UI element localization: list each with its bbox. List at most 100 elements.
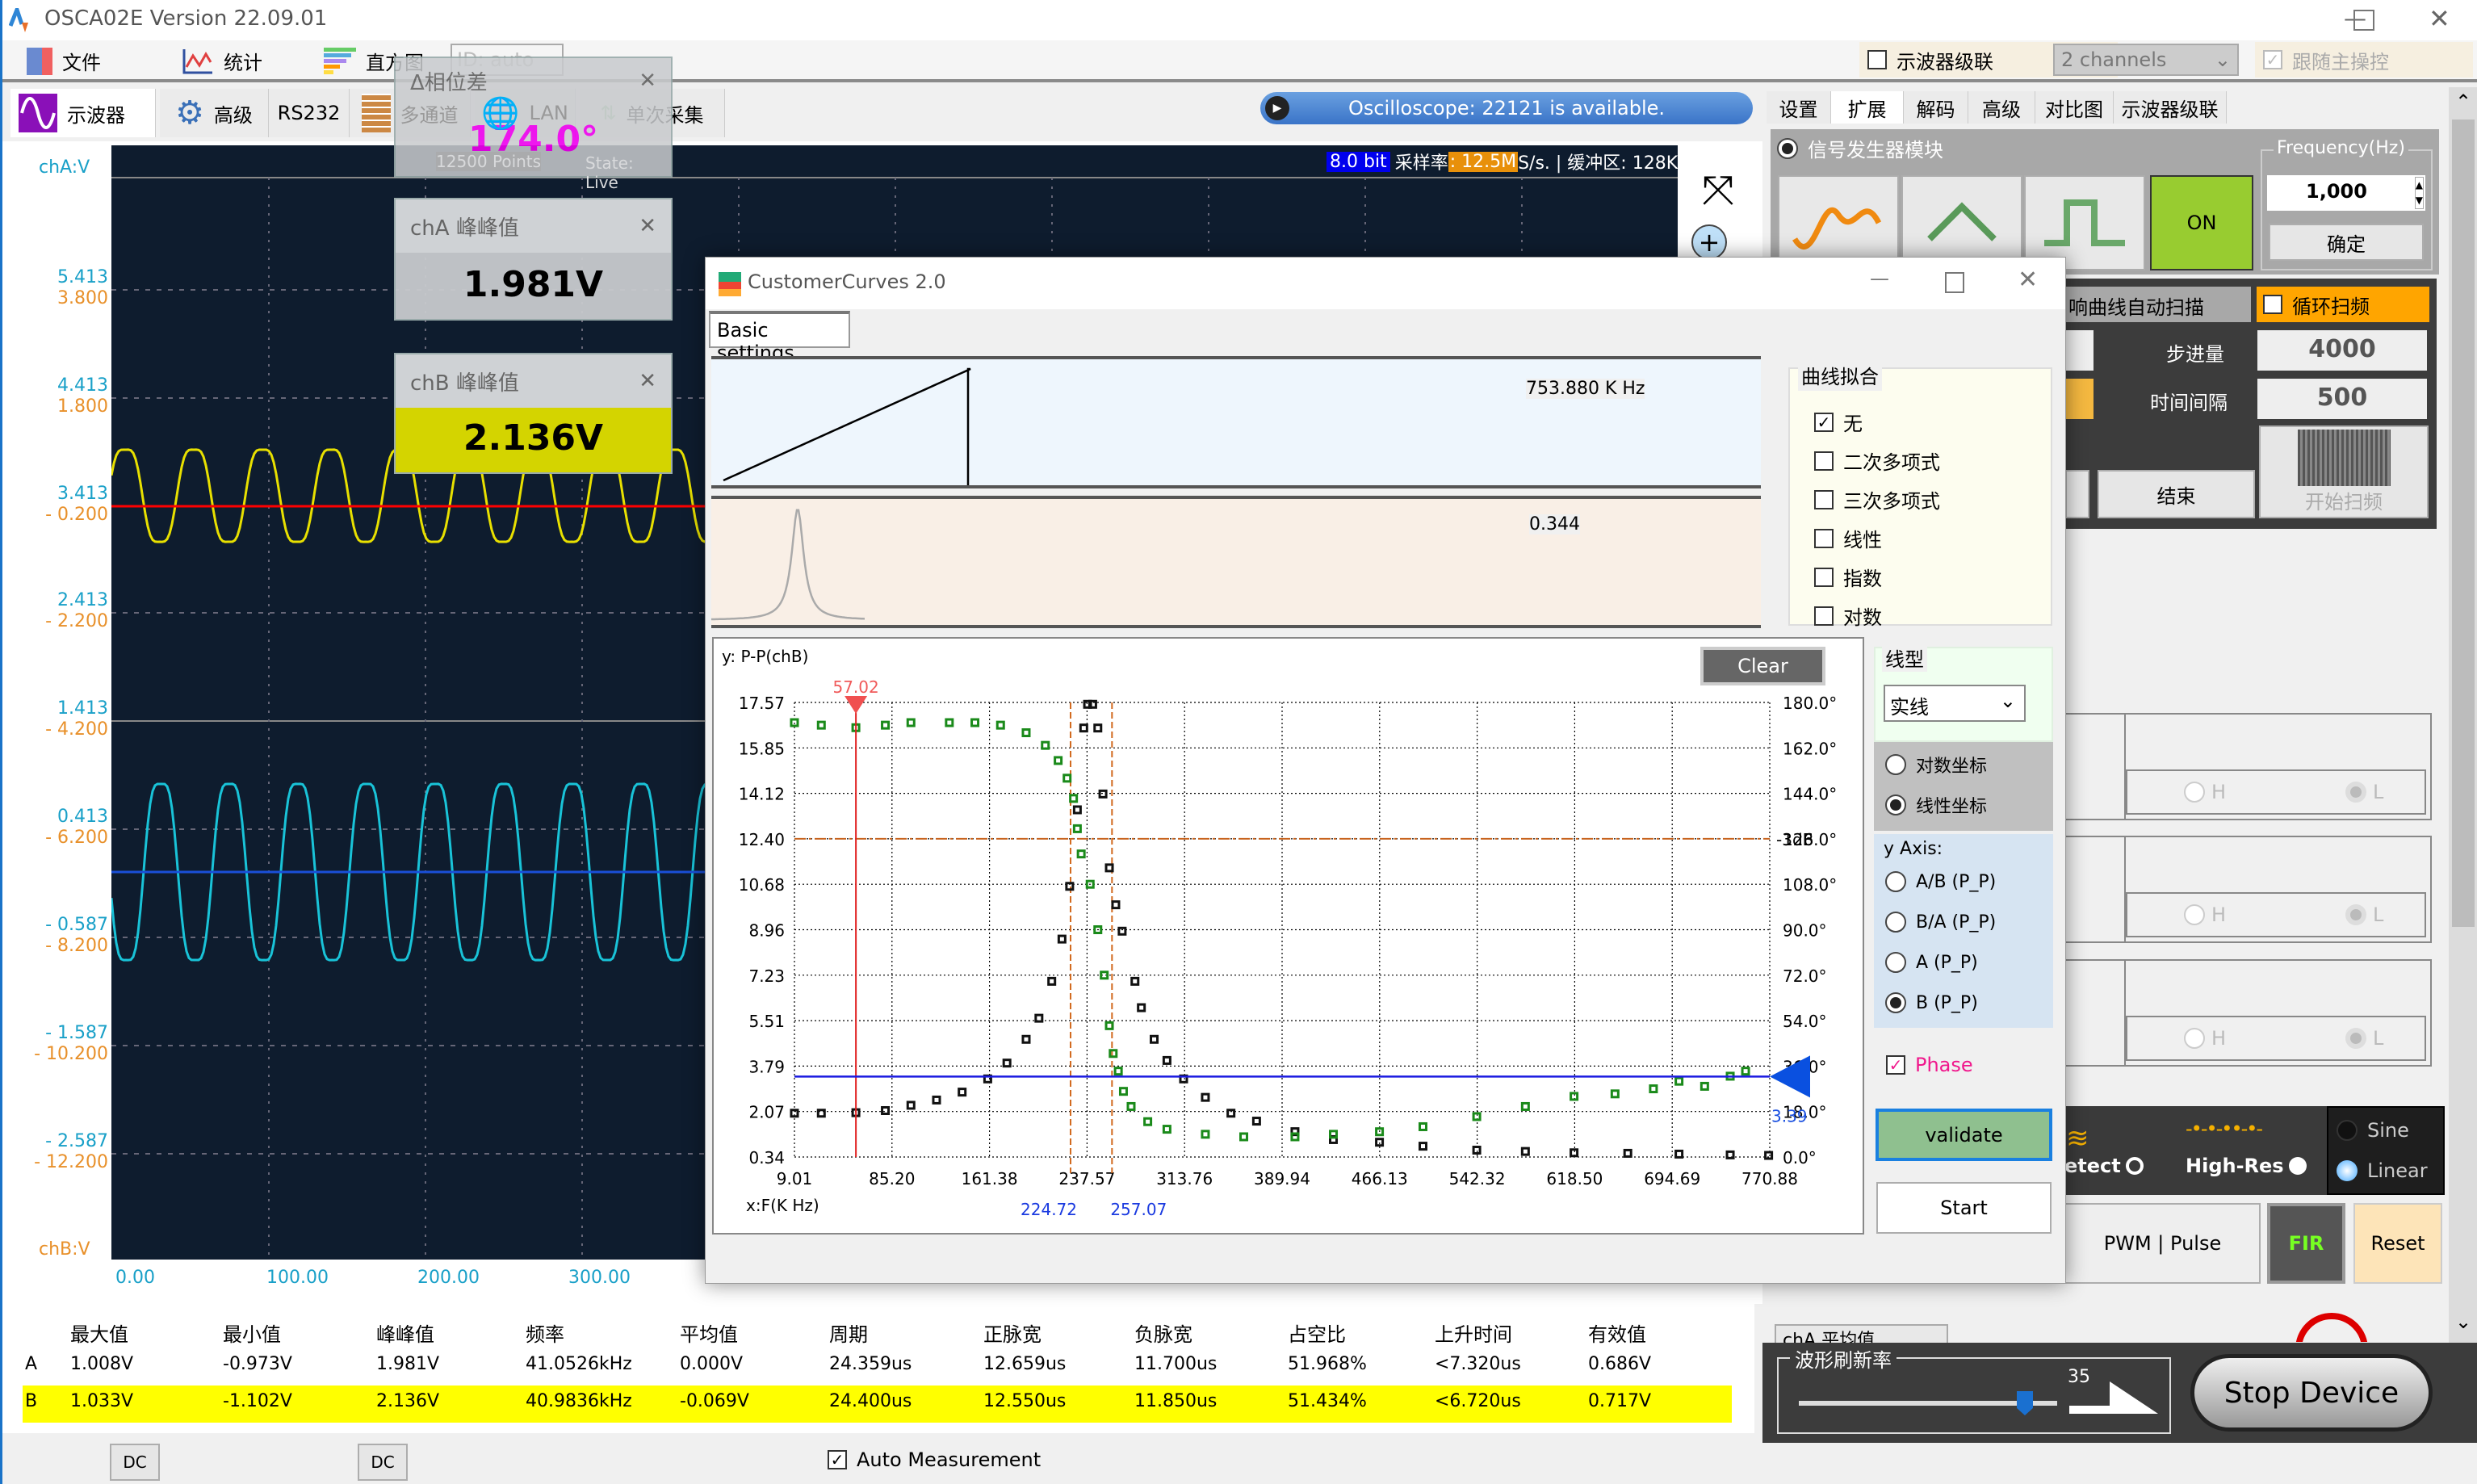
close-icon[interactable]: ✕ [639, 214, 656, 238]
start-sweep-button[interactable]: 开始扫频 [2259, 425, 2429, 518]
peak-detect-radio[interactable]: etect [2064, 1155, 2144, 1177]
tab-basic-settings[interactable]: Basic settings [709, 311, 850, 364]
fit-check-box[interactable] [1814, 489, 1834, 509]
fit-check-box[interactable]: ✓ [1814, 412, 1834, 432]
dialog-close-button[interactable]: ✕ [2018, 266, 2038, 294]
chb-coupling-button[interactable]: DC [358, 1444, 408, 1481]
right-tab[interactable]: 解码 [1904, 91, 1968, 124]
stop-device-button[interactable]: Stop Device [2190, 1354, 2433, 1432]
auto-measurement-check-box[interactable]: ✓ [828, 1450, 847, 1469]
scrollbar-thumb[interactable] [2452, 119, 2475, 927]
high-res-radio-indicator[interactable] [2288, 1157, 2307, 1175]
close-button[interactable]: ✕ [2429, 3, 2450, 34]
high-res-radio[interactable]: High-Res [2186, 1155, 2307, 1177]
tab-advanced[interactable]: ⚙ 高级 [160, 89, 269, 137]
frequency-input[interactable]: 1,000 ▲ ▼ [2267, 175, 2425, 211]
clear-button[interactable]: Clear [1700, 647, 1825, 685]
fit-check-box[interactable] [1814, 606, 1834, 626]
fit-option[interactable]: 三次多项式 [1814, 485, 1940, 514]
radio-indicator[interactable] [1885, 912, 1906, 933]
right-tab[interactable]: 示波器级联 [2114, 91, 2227, 124]
h-radio-indicator[interactable] [2184, 782, 2205, 803]
coordinate-radio[interactable]: 对数坐标 [1885, 752, 1987, 778]
output-on-button[interactable]: ON [2150, 175, 2253, 270]
l-radio[interactable]: L [2345, 1027, 2383, 1050]
fit-check-box[interactable] [1814, 528, 1834, 548]
coordinate-radio[interactable]: 线性坐标 [1885, 792, 1987, 818]
l-radio-indicator[interactable] [2345, 1028, 2366, 1049]
fit-option[interactable]: ✓ 无 [1814, 408, 1863, 436]
close-icon[interactable]: ✕ [639, 369, 656, 393]
frequency-response-chart[interactable]: 9.01 17.57 180.0° 85.20 15.85 162.0° 161.38 14.… [714, 639, 1863, 1233]
start-button[interactable]: Start [1876, 1182, 2052, 1234]
y-axis-radio[interactable]: A/B (P_P) [1885, 871, 1996, 892]
h-radio-indicator[interactable] [2184, 904, 2205, 925]
y-axis-radio[interactable]: B (P_P) [1885, 992, 1978, 1013]
fullscreen-icon[interactable]: ⤧ [1694, 166, 1742, 214]
right-tab[interactable]: 扩展 [1831, 91, 1904, 124]
fit-check-box[interactable] [1814, 451, 1834, 471]
end-sweep-button[interactable]: 结束 [2098, 470, 2255, 518]
menu-statistics[interactable]: 统计 [182, 47, 262, 75]
l-radio[interactable]: L [2345, 903, 2383, 926]
linear-radio-indicator[interactable] [2337, 1160, 2358, 1181]
loop-sweep-checkbox[interactable]: 循环扫频 [2257, 287, 2429, 322]
sweep-start-field[interactable] [2065, 330, 2094, 371]
sine-radio[interactable]: Sine [2337, 1119, 2409, 1142]
right-tab[interactable]: 高级 [1968, 91, 2035, 124]
dialog-maximize-button[interactable] [1945, 272, 1964, 293]
radio-indicator[interactable] [1885, 794, 1906, 815]
l-radio-indicator[interactable] [2345, 904, 2366, 925]
tab-rs232[interactable]: RS232 [269, 89, 350, 137]
detect-radio-indicator[interactable] [2125, 1157, 2144, 1175]
h-radio[interactable]: H [2184, 903, 2226, 926]
channels-combo[interactable]: 2 channels ⌄ [2053, 44, 2239, 76]
radio-indicator[interactable] [1885, 754, 1906, 775]
cha-coupling-button[interactable]: DC [110, 1444, 160, 1481]
phase-checkbox[interactable]: ✓ Phase [1886, 1054, 1973, 1076]
auto-measurement-checkbox[interactable]: ✓ Auto Measurement [828, 1448, 1041, 1471]
fir-button[interactable]: FIR [2267, 1203, 2345, 1284]
radio-indicator[interactable] [1885, 871, 1906, 892]
siggen-enable-radio[interactable]: 信号发生器模块 [1777, 134, 1943, 162]
h-radio-indicator[interactable] [2184, 1028, 2205, 1049]
h-radio[interactable]: H [2184, 781, 2226, 803]
phase-check-box[interactable]: ✓ [1886, 1055, 1905, 1075]
restore-button[interactable] [2353, 10, 2374, 31]
zoom-in-icon[interactable]: + [1691, 224, 1727, 260]
h-radio[interactable]: H [2184, 1027, 2226, 1050]
loop-sweep-check-box[interactable] [2263, 295, 2282, 314]
l-radio-indicator[interactable] [2345, 782, 2366, 803]
y-axis-radio[interactable]: A (P_P) [1885, 952, 1978, 973]
cascade-check-box[interactable] [1867, 50, 1887, 69]
siggen-radio[interactable] [1777, 137, 1798, 159]
fit-option[interactable]: 指数 [1814, 563, 1882, 591]
step-input[interactable]: 4000 [2257, 330, 2427, 371]
play-icon[interactable]: ▶ [1265, 96, 1289, 120]
fit-option[interactable]: 对数 [1814, 602, 1882, 630]
frequency-confirm-button[interactable]: 确定 [2269, 224, 2424, 261]
scroll-down-icon[interactable]: ⌄ [2455, 1310, 2471, 1333]
pwm-pulse-button[interactable]: PWM | Pulse [2064, 1203, 2261, 1284]
vertical-scrollbar[interactable]: ⌃ ⌄ [2449, 87, 2477, 1343]
close-icon[interactable]: ✕ [639, 69, 656, 93]
follow-check-box[interactable]: ✓ [2263, 50, 2282, 69]
fit-option[interactable]: 线性 [1814, 524, 1882, 552]
sweep-end-field[interactable] [2065, 379, 2094, 419]
follow-master-checkbox[interactable]: ✓ 跟随主操控 [2255, 42, 2473, 78]
linear-radio[interactable]: Linear [2337, 1159, 2428, 1182]
radio-indicator[interactable] [1885, 992, 1906, 1013]
radio-indicator[interactable] [1885, 952, 1906, 973]
sweep-hidden-button[interactable] [2065, 470, 2089, 518]
fit-check-box[interactable] [1814, 567, 1834, 587]
right-tab[interactable]: 对比图 [2035, 91, 2114, 124]
sine-radio-indicator[interactable] [2337, 1120, 2358, 1141]
right-tab[interactable]: 设置 [1767, 91, 1831, 124]
fit-option[interactable]: 二次多项式 [1814, 446, 1940, 475]
refresh-rate-slider-thumb[interactable] [2017, 1391, 2033, 1415]
l-radio[interactable]: L [2345, 781, 2383, 803]
interval-input[interactable]: 500 [2257, 379, 2427, 419]
scroll-up-icon[interactable]: ⌃ [2455, 90, 2471, 113]
dialog-minimize-button[interactable]: — [1870, 267, 1889, 290]
spin-buttons[interactable]: ▲ ▼ [2414, 177, 2424, 209]
